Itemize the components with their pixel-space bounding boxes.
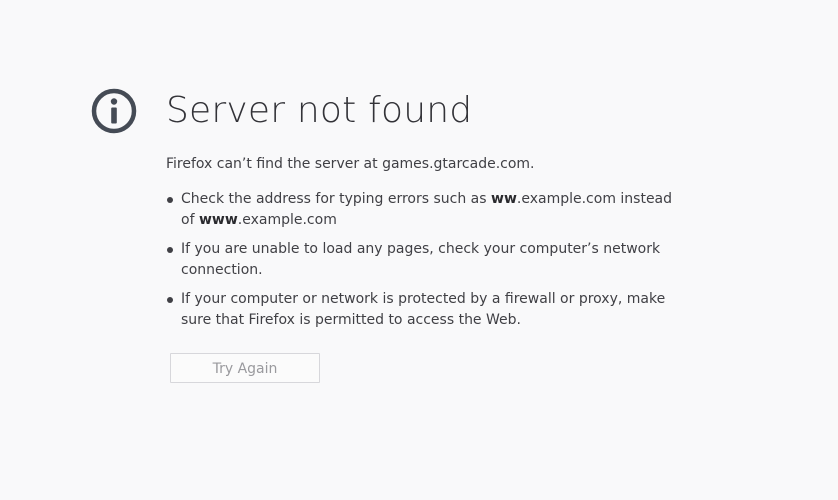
- list-item: If your computer or network is protected…: [166, 289, 686, 331]
- bullet-icon: [167, 197, 173, 203]
- tip-bold-ww: ww: [491, 191, 517, 207]
- bullet-icon: [167, 297, 173, 303]
- list-item: If you are unable to load any pages, che…: [166, 239, 686, 281]
- tip-text: If you are unable to load any pages, che…: [181, 241, 661, 278]
- tips-list: Check the address for typing errors such…: [166, 189, 686, 331]
- error-content: Server not found Firefox can’t find the …: [166, 88, 686, 339]
- tip-text: If your computer or network is protected…: [181, 291, 666, 328]
- try-again-button[interactable]: Try Again: [170, 353, 320, 383]
- tip-bold-www: www: [198, 212, 238, 228]
- list-item: Check the address for typing errors such…: [166, 189, 686, 231]
- error-intro: Firefox can’t find the server at games.g…: [166, 156, 535, 172]
- info-icon: [90, 87, 138, 135]
- page-title: Server not found: [166, 90, 473, 131]
- tip-text-before: Check the address for typing errors such…: [181, 191, 492, 207]
- bullet-icon: [167, 247, 173, 253]
- tip-text-after: .example.com: [237, 212, 337, 228]
